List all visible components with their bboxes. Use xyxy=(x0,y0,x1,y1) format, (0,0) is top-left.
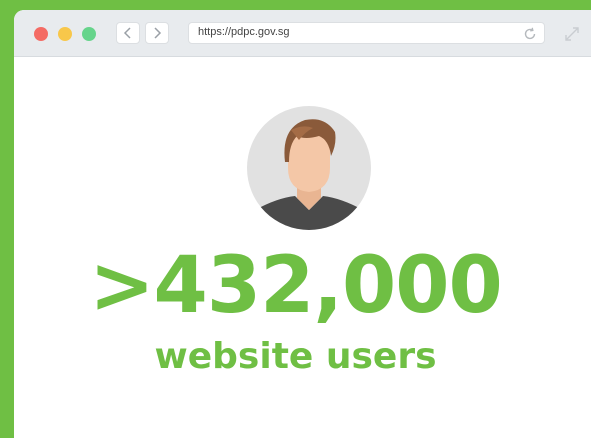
page-content: >432,000 website users xyxy=(14,58,591,438)
users-count: >432,000 xyxy=(89,241,503,331)
expand-icon[interactable] xyxy=(563,25,581,43)
chevron-left-icon xyxy=(123,27,131,39)
maximize-window-button[interactable] xyxy=(82,27,96,41)
browser-window: https://pdpc.gov.sg >432,000 website use… xyxy=(14,10,591,438)
address-bar[interactable]: https://pdpc.gov.sg xyxy=(188,22,545,44)
url-text: https://pdpc.gov.sg xyxy=(198,26,290,38)
back-button[interactable] xyxy=(116,22,140,44)
reload-icon[interactable] xyxy=(522,26,538,42)
forward-button[interactable] xyxy=(145,22,169,44)
users-caption: website users xyxy=(154,336,437,377)
browser-titlebar: https://pdpc.gov.sg xyxy=(14,10,591,57)
close-window-button[interactable] xyxy=(34,27,48,41)
avatar xyxy=(247,106,371,230)
user-avatar-illustration xyxy=(247,119,371,230)
minimize-window-button[interactable] xyxy=(58,27,72,41)
chevron-right-icon xyxy=(154,27,162,39)
